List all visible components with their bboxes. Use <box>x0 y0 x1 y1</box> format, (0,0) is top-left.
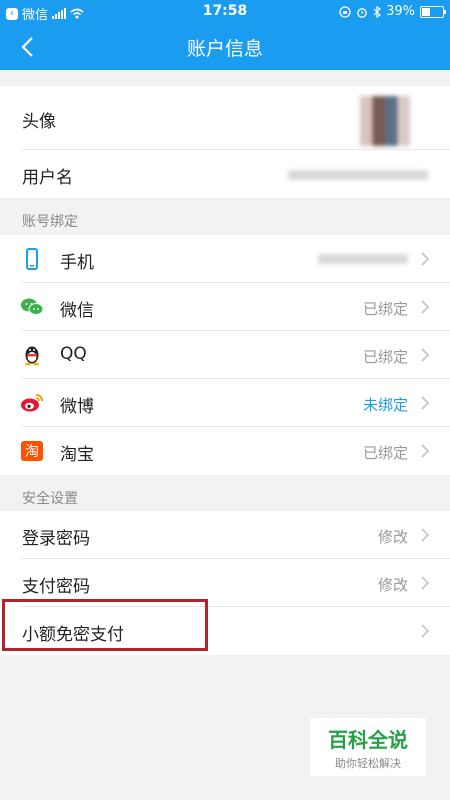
navigation-bar: 账户信息 <box>0 24 450 70</box>
username-row[interactable]: 用户名 <box>0 150 450 198</box>
binding-row-phone[interactable]: 手机 <box>0 235 450 283</box>
binding-status: 已绑定 <box>362 300 408 318</box>
security-section-title: 安全设置 <box>22 491 78 507</box>
security-label: 支付密码 <box>22 577 90 597</box>
battery-level <box>422 7 430 16</box>
chevron-right-icon <box>421 252 430 266</box>
binding-label: 手机 <box>60 253 94 273</box>
taobao-icon: 淘 <box>21 441 43 461</box>
profile-group: 头像 用户名 <box>0 86 450 198</box>
binding-row-wechat[interactable]: 微信 已绑定 <box>0 283 450 331</box>
alarm-icon <box>357 7 367 18</box>
avatar[interactable] <box>360 96 410 146</box>
watermark: 百科全说 助你轻松解决 <box>310 718 426 776</box>
phone-icon <box>26 248 38 270</box>
bindings-section-title: 账号绑定 <box>22 214 78 230</box>
battery-icon <box>420 5 446 18</box>
weibo-icon <box>21 394 43 412</box>
watermark-subtitle: 助你轻松解决 <box>335 757 401 770</box>
watermark-title: 百科全说 <box>328 728 408 752</box>
security-row-login-password[interactable]: 登录密码 修改 <box>0 511 450 559</box>
qq-icon <box>25 346 39 366</box>
status-bar: ‹ 微信 17:58 39% <box>0 0 450 24</box>
bindings-group: 手机 微信 已绑定 QQ 已绑定 微博 未绑定 淘 淘宝 已绑定 <box>0 235 450 475</box>
security-label: 登录密码 <box>22 529 90 549</box>
chevron-right-icon <box>421 528 430 542</box>
chevron-right-icon <box>421 444 430 458</box>
binding-row-taobao[interactable]: 淘 淘宝 已绑定 <box>0 427 450 475</box>
battery-percent: 39% <box>386 4 415 19</box>
avatar-label: 头像 <box>22 112 56 132</box>
binding-label: 微博 <box>60 397 94 417</box>
chevron-right-icon <box>421 624 430 638</box>
highlight-annotation <box>2 599 208 651</box>
username-value <box>288 170 428 180</box>
status-right: 39% <box>339 4 446 19</box>
wechat-icon <box>21 298 44 315</box>
username-label: 用户名 <box>22 168 73 188</box>
bluetooth-icon <box>373 5 382 18</box>
binding-status: 已绑定 <box>362 348 408 366</box>
chevron-right-icon <box>421 576 430 590</box>
binding-row-qq[interactable]: QQ 已绑定 <box>0 331 450 379</box>
chevron-right-icon <box>421 348 430 362</box>
binding-label: 微信 <box>60 301 94 321</box>
svg-text:淘: 淘 <box>25 444 39 460</box>
binding-status: 已绑定 <box>362 444 408 462</box>
chevron-right-icon <box>421 300 430 314</box>
avatar-row[interactable]: 头像 <box>0 86 450 150</box>
modify-link[interactable]: 修改 <box>378 526 408 547</box>
chevron-right-icon <box>421 396 430 410</box>
binding-label: 淘宝 <box>60 445 94 465</box>
lock-rotation-icon <box>339 5 351 18</box>
binding-label: QQ <box>60 344 87 364</box>
binding-row-weibo[interactable]: 微博 未绑定 <box>0 379 450 427</box>
modify-link[interactable]: 修改 <box>378 574 408 595</box>
phone-number-value <box>318 254 408 264</box>
binding-status[interactable]: 未绑定 <box>363 394 408 415</box>
page-title: 账户信息 <box>186 38 263 60</box>
